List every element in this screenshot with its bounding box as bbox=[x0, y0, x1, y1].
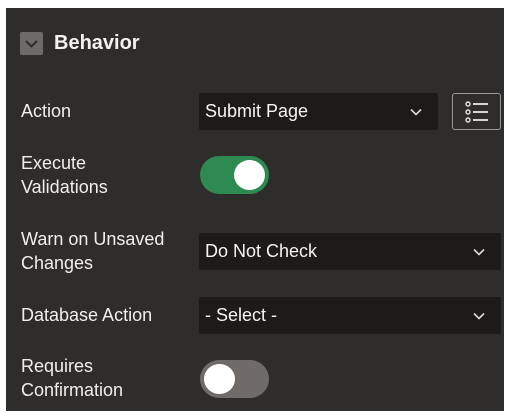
action-label: Action bbox=[21, 101, 72, 121]
warn-unsaved-label-line1: Warn on Unsaved bbox=[21, 229, 165, 249]
warn-unsaved-select[interactable]: Do Not Check bbox=[199, 233, 501, 270]
warn-unsaved-select-value: Do Not Check bbox=[205, 241, 318, 261]
chevron-down-icon bbox=[469, 242, 489, 262]
list-view-button[interactable] bbox=[452, 93, 501, 130]
section-header: Behavior bbox=[20, 32, 140, 55]
behavior-panel: Behavior Action Submit Page Execute Vali… bbox=[6, 8, 504, 411]
list-icon bbox=[464, 100, 488, 123]
requires-confirmation-toggle[interactable] bbox=[200, 360, 269, 398]
chevron-down-icon bbox=[406, 102, 426, 122]
section-title: Behavior bbox=[54, 32, 140, 54]
execute-validations-toggle[interactable] bbox=[200, 156, 269, 194]
toggle-knob bbox=[234, 160, 265, 190]
execute-validations-label-line1: Execute bbox=[21, 153, 87, 173]
chevron-down-icon bbox=[469, 306, 489, 326]
chevron-down-icon bbox=[25, 40, 38, 48]
requires-confirmation-label-line1: Requires bbox=[21, 356, 94, 376]
collapse-button[interactable] bbox=[20, 32, 43, 55]
requires-confirmation-label-line2: Confirmation bbox=[21, 380, 124, 400]
warn-unsaved-label: Warn on Unsaved Changes bbox=[21, 227, 164, 275]
database-action-select-value: - Select - bbox=[205, 305, 278, 325]
toggle-knob bbox=[204, 364, 235, 394]
execute-validations-label: Execute Validations bbox=[21, 151, 108, 199]
action-select[interactable]: Submit Page bbox=[199, 93, 438, 130]
execute-validations-label-line2: Validations bbox=[21, 177, 108, 197]
requires-confirmation-label: Requires Confirmation bbox=[21, 354, 123, 402]
warn-unsaved-label-line2: Changes bbox=[21, 253, 94, 273]
database-action-select[interactable]: - Select - bbox=[199, 297, 501, 334]
database-action-label: Database Action bbox=[21, 305, 153, 325]
action-select-value: Submit Page bbox=[205, 101, 309, 121]
